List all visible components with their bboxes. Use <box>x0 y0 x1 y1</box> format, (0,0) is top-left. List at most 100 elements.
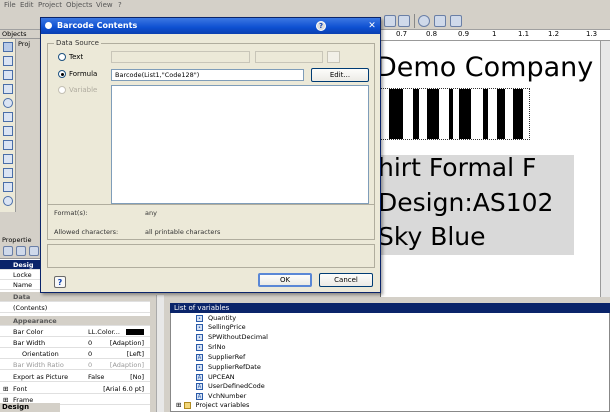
menu-file[interactable]: File <box>4 1 16 9</box>
cancel-button[interactable]: Cancel <box>319 273 373 287</box>
variable-label: SupplierRefDate <box>208 363 261 371</box>
toolbar-separator <box>414 14 415 28</box>
variable-radio[interactable] <box>58 86 66 94</box>
variable-item[interactable]: • SrlNo <box>196 343 225 352</box>
crosstab-tool-icon[interactable] <box>3 182 13 192</box>
text-radio[interactable] <box>58 53 66 61</box>
barcode-tool-icon[interactable] <box>3 126 13 136</box>
prop-section-appearance[interactable]: Appearance <box>0 316 150 326</box>
variable-item[interactable]: A VchNumber <box>196 392 246 401</box>
menu-edit[interactable]: Edit <box>20 1 34 9</box>
description-line-3: Sky Blue <box>378 222 486 251</box>
rectangle-tool-icon[interactable] <box>3 84 13 94</box>
prop-row-bar-width-ratio[interactable]: Bar Width Ratio 0 [Adaption] <box>0 360 150 370</box>
table-tool-icon[interactable] <box>3 140 13 150</box>
prop-row-export-picture[interactable]: Export as Picture False [No] <box>0 372 150 382</box>
text-tool-icon[interactable] <box>3 56 13 66</box>
filter-icon[interactable] <box>29 246 39 256</box>
text-format-select[interactable] <box>255 51 323 63</box>
variable-list[interactable] <box>111 85 369 204</box>
ruler-tick: 1 <box>492 30 497 38</box>
prop-section-label: Data <box>13 293 31 301</box>
barcode-bar <box>513 89 523 139</box>
objects-panel-title: Objects <box>0 30 44 39</box>
barcode-bar <box>483 89 488 139</box>
objects-tree-label: Proj <box>18 40 31 48</box>
objects-toolbox <box>0 30 16 212</box>
toolbar-icon-4[interactable] <box>434 15 446 27</box>
toolbar-icon-5[interactable] <box>450 15 462 27</box>
menu-project[interactable]: Project <box>38 1 62 9</box>
line-tool-icon[interactable] <box>3 70 13 80</box>
variable-item[interactable]: • SellingPrice <box>196 323 246 332</box>
prop-value-desc: [Adaption] <box>109 339 144 347</box>
edit-button[interactable]: Edit... <box>311 68 369 82</box>
toolbar-icon-3[interactable] <box>418 15 430 27</box>
ruler-tick: 1.1 <box>518 30 530 38</box>
gauge-tool-icon[interactable] <box>3 196 13 206</box>
text-radio-label: Text <box>69 53 84 61</box>
prop-row-orientation[interactable]: Orientation 0 [Left] <box>0 349 150 359</box>
variable-icon: • <box>196 333 203 341</box>
prop-value-desc: [No] <box>130 373 144 381</box>
close-icon[interactable]: ✕ <box>367 21 377 31</box>
toolbar-icon-2[interactable] <box>398 15 410 27</box>
sort-categorized-icon[interactable] <box>3 246 13 256</box>
prop-name: Export as Picture <box>13 373 69 381</box>
prop-row-contents[interactable]: (Contents) <box>0 303 150 313</box>
company-text-object[interactable]: Demo Company <box>376 52 593 83</box>
properties-title: Propertie <box>2 236 32 244</box>
variable-label: Quantity <box>208 314 237 322</box>
prop-value: 0 <box>88 361 93 369</box>
bottom-design-tab[interactable]: Design <box>0 403 60 412</box>
formula-input[interactable]: Barcode(List1,"Code128") <box>111 69 304 81</box>
barcode-object[interactable] <box>378 88 530 140</box>
prop-section-data[interactable]: Data <box>0 292 150 302</box>
barcode-bar <box>413 89 419 139</box>
variable-label: SupplierRef <box>208 353 246 361</box>
expand-plus-icon[interactable]: ⊞ <box>176 401 184 409</box>
objects-title: Objects <box>2 30 27 38</box>
ellipse-tool-icon[interactable] <box>3 98 13 108</box>
ruler-tick: 0.7 <box>396 30 408 38</box>
menu-view[interactable]: View <box>96 1 113 9</box>
variable-label: SPWithoutDecimal <box>208 333 268 341</box>
formatted-text-tool-icon[interactable] <box>3 168 13 178</box>
formula-radio[interactable] <box>58 70 66 78</box>
text-edit-button[interactable] <box>327 51 340 63</box>
expand-plus-icon[interactable]: ⊞ <box>3 384 8 394</box>
select-tool-icon[interactable] <box>3 42 13 52</box>
variable-item[interactable]: A SupplierRef <box>196 353 245 362</box>
chart-tool-icon[interactable] <box>3 154 13 164</box>
prop-value: LL.Color... <box>88 328 120 336</box>
picture-tool-icon[interactable] <box>3 112 13 122</box>
horizontal-ruler: 0.7 0.8 0.9 1 1.1 1.2 1.3 <box>380 30 610 41</box>
variable-item[interactable]: • SupplierRefDate <box>196 363 261 372</box>
vertical-scrollbar[interactable] <box>156 295 164 412</box>
sort-alpha-icon[interactable] <box>16 246 26 256</box>
project-variables-node[interactable]: ⊞ Project variables <box>176 401 249 410</box>
prop-row-font[interactable]: ⊞ Font [Arial 6.0 pt] <box>0 384 150 394</box>
description-line-2: Design:AS102 <box>378 188 554 217</box>
help-question-icon[interactable]: ? <box>316 21 326 31</box>
formula-radio-label: Formula <box>69 70 98 78</box>
variable-item[interactable]: • SPWithoutDecimal <box>196 333 268 342</box>
objects-tree-item[interactable]: Proj <box>18 40 30 48</box>
variable-item[interactable]: A UPCEAN <box>196 373 235 382</box>
variable-item[interactable]: • Quantity <box>196 314 236 323</box>
prop-row-bar-color[interactable]: Bar Color LL.Color... <box>0 327 150 337</box>
text-input[interactable] <box>111 51 250 63</box>
toolbar-icon-1[interactable] <box>384 15 396 27</box>
prop-row-bar-width[interactable]: Bar Width 0 [Adaption] <box>0 338 150 348</box>
ok-button[interactable]: OK <box>258 273 312 287</box>
prop-name: Locke <box>13 271 32 279</box>
dialog-title-bar[interactable]: Barcode Contents ? ✕ <box>41 18 380 34</box>
barcode-bar <box>449 89 453 139</box>
prop-name: Name <box>13 281 33 289</box>
variable-item[interactable]: A UserDefinedCode <box>196 382 265 391</box>
barcode-contents-dialog: Barcode Contents ? ✕ Data Source Text Fo… <box>40 17 381 293</box>
menu-objects[interactable]: Objects <box>66 1 92 9</box>
description-line-1: hirt Formal F <box>378 153 537 182</box>
help-icon[interactable]: ? <box>54 276 66 288</box>
menu-help[interactable]: ? <box>118 1 122 9</box>
